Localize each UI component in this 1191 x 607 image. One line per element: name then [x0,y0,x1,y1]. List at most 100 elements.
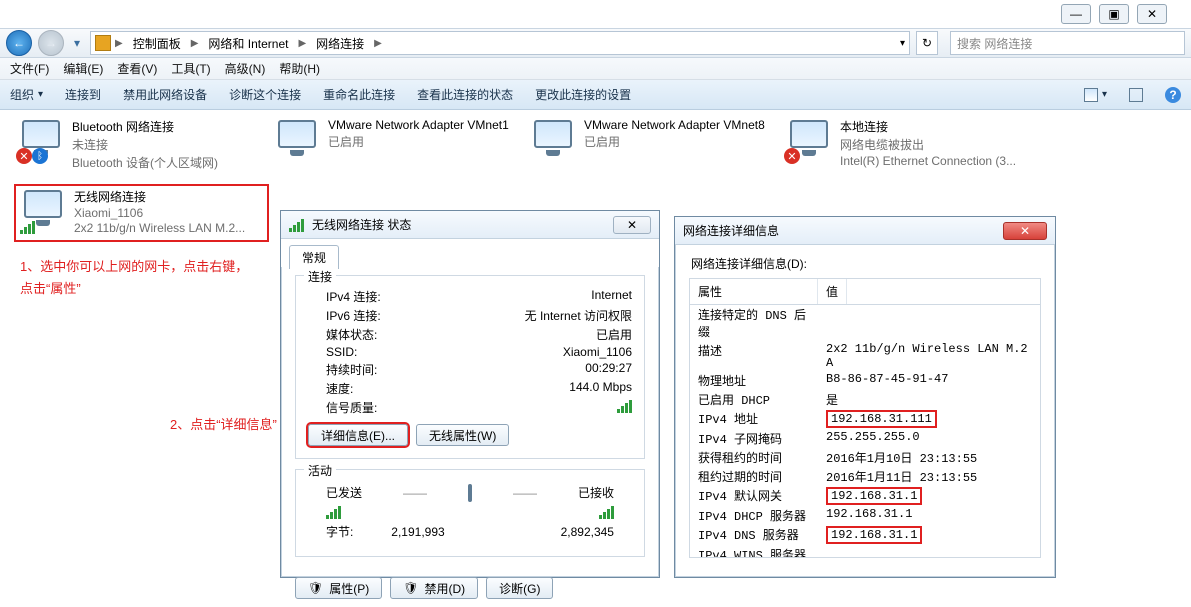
value-cell: 2x2 11b/g/n Wireless LAN M.2 A [818,341,1040,371]
wireless-properties-button[interactable]: 无线属性(W) [416,424,509,446]
disable-button[interactable]: 🛡 禁用(D) [390,577,478,599]
bluetooth-icon: ᛒ [32,148,48,164]
view-mode-button[interactable]: ▾ [1084,88,1107,102]
property-cell: 已启用 DHCP [690,390,818,409]
signal-icon [617,399,632,413]
details-button[interactable]: 详细信息(E)... [308,424,408,446]
shield-icon: 🛡 [308,581,323,595]
chevron-down-icon[interactable]: ▾ [900,38,905,49]
bytes-label: 字节: [326,523,353,540]
table-row[interactable]: IPv4 默认网关192.168.31.1 [690,486,1040,506]
maximize-button[interactable]: ▣ [1099,4,1129,24]
item-name: VMware Network Adapter VMnet8 [584,118,765,132]
disable-device-button[interactable]: 禁用此网络设备 [123,86,207,103]
menu-tools[interactable]: 工具(T) [171,60,210,77]
breadcrumb[interactable]: ▶ 控制面板 ▶ 网络和 Internet ▶ 网络连接 ▶ ▾ [90,31,910,55]
organize-button[interactable]: 组织▾ [10,86,43,103]
table-row[interactable]: IPv4 地址192.168.31.111 [690,409,1040,429]
property-cell: IPv4 WINS 服务器 [690,545,818,558]
table-row[interactable]: IPv4 DNS 服务器192.168.31.1 [690,525,1040,545]
details-title: 网络连接详细信息 [683,222,779,239]
table-row[interactable]: 已启用 DHCP是 [690,390,1040,409]
value-cell: B8-86-87-45-91-47 [818,371,1040,390]
item-device: Intel(R) Ethernet Connection (3... [840,154,1016,168]
item-name: VMware Network Adapter VMnet1 [328,118,509,132]
value-cell: 192.168.31.111 [818,409,1040,429]
table-row[interactable]: 连接特定的 DNS 后缀 [690,305,1040,341]
connection-group: 连接 IPv4 连接:Internet IPv6 连接:无 Internet 访… [295,275,645,459]
folder-icon [95,35,111,51]
window-controls: — ▣ ✕ [1061,4,1167,24]
activity-sent-icon [326,505,341,519]
duration-label: 持续时间: [326,361,377,378]
tab-general[interactable]: 常规 [289,245,339,269]
connection-item-vmnet8[interactable]: VMware Network Adapter VMnet8 已启用 [526,116,776,174]
item-name: 本地连接 [840,118,1016,135]
property-cell: IPv4 DNS 服务器 [690,525,818,545]
value-cell [818,545,1040,558]
media-label: 媒体状态: [326,326,377,343]
activity-recv-icon [599,505,614,519]
status-close-button[interactable]: ✕ [613,216,651,234]
details-close-button[interactable]: ✕ [1003,222,1047,240]
close-window-button[interactable]: ✕ [1137,4,1167,24]
item-name: Bluetooth 网络连接 [72,118,218,135]
table-row[interactable]: 租约过期的时间2016年1月11日 23:13:55 [690,467,1040,486]
diagnose-button[interactable]: 诊断这个连接 [229,86,301,103]
details-table: 属性 值 连接特定的 DNS 后缀描述2x2 11b/g/n Wireless … [689,278,1041,558]
table-row[interactable]: IPv4 WINS 服务器 [690,545,1040,558]
menu-advanced[interactable]: 高级(N) [225,60,266,77]
navbar: ← → ▾ ▶ 控制面板 ▶ 网络和 Internet ▶ 网络连接 ▶ ▾ ↻… [0,28,1191,58]
wireless-icon [289,218,304,232]
connection-item-vmnet1[interactable]: VMware Network Adapter VMnet1 已启用 [270,116,520,174]
minimize-button[interactable]: — [1061,4,1091,24]
details-dialog: 网络连接详细信息 ✕ 网络连接详细信息(D): 属性 值 连接特定的 DNS 后… [674,216,1056,578]
table-row[interactable]: IPv4 子网掩码255.255.255.0 [690,429,1040,448]
menubar: 文件(F) 编辑(E) 查看(V) 工具(T) 高级(N) 帮助(H) [0,58,1191,80]
connection-item-bluetooth[interactable]: ✕ ᛒ Bluetooth 网络连接 未连接 Bluetooth 设备(个人区域… [14,116,264,174]
menu-file[interactable]: 文件(F) [10,60,49,77]
table-row[interactable]: 描述2x2 11b/g/n Wireless LAN M.2 A [690,341,1040,371]
view-status-button[interactable]: 查看此连接的状态 [417,86,513,103]
value-cell: 192.168.31.1 [818,486,1040,506]
refresh-button[interactable]: ↻ [916,31,938,55]
properties-button[interactable]: 🛡 属性(P) [295,577,382,599]
forward-button[interactable]: → [38,30,64,56]
value-cell: 2016年1月11日 23:13:55 [818,467,1040,486]
item-status: 已启用 [584,133,765,150]
value-cell: 2016年1月10日 23:13:55 [818,448,1040,467]
table-row[interactable]: IPv4 DHCP 服务器192.168.31.1 [690,506,1040,525]
breadcrumb-seg[interactable]: 网络和 Internet [202,35,294,52]
item-status: 已启用 [328,133,509,150]
menu-view[interactable]: 查看(V) [117,60,157,77]
details-titlebar[interactable]: 网络连接详细信息 ✕ [675,217,1055,245]
chevron-right-icon: ▶ [189,38,201,49]
help-button[interactable]: ? [1165,87,1181,103]
table-row[interactable]: 物理地址B8-86-87-45-91-47 [690,371,1040,390]
connection-item-wireless-selected[interactable]: 无线网络连接 Xiaomi_1106 2x2 11b/g/n Wireless … [14,184,269,242]
details-heading: 网络连接详细信息(D): [691,255,1041,272]
rename-button[interactable]: 重命名此连接 [323,86,395,103]
connection-item-local[interactable]: ✕ 本地连接 网络电缆被拔出 Intel(R) Ethernet Connect… [782,116,1032,174]
col-property[interactable]: 属性 [690,279,818,304]
connection-legend: 连接 [304,268,336,285]
search-input[interactable]: 搜索 网络连接 [950,31,1185,55]
breadcrumb-seg[interactable]: 控制面板 [127,35,187,52]
status-title: 无线网络连接 状态 [312,216,411,233]
connect-to-button[interactable]: 连接到 [65,86,101,103]
duration-value: 00:29:27 [585,361,632,378]
change-settings-button[interactable]: 更改此连接的设置 [535,86,631,103]
status-titlebar[interactable]: 无线网络连接 状态 ✕ [281,211,659,239]
breadcrumb-seg[interactable]: 网络连接 [310,35,370,52]
table-row[interactable]: 获得租约的时间2016年1月10日 23:13:55 [690,448,1040,467]
diagnose-button[interactable]: 诊断(G) [486,577,553,599]
back-button[interactable]: ← [6,30,32,56]
menu-edit[interactable]: 编辑(E) [63,60,103,77]
col-value[interactable]: 值 [818,279,847,304]
menu-help[interactable]: 帮助(H) [279,60,320,77]
property-cell: 获得租约的时间 [690,448,818,467]
preview-pane-button[interactable] [1129,88,1143,102]
computer-icon [468,486,472,500]
history-dropdown[interactable]: ▾ [70,30,84,56]
ssid-label: SSID: [326,345,357,359]
